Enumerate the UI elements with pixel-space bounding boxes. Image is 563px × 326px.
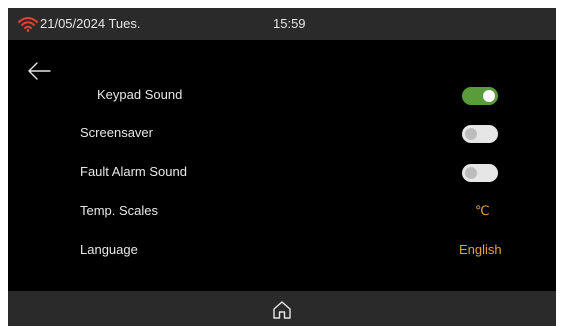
toggle-knob — [483, 90, 495, 102]
setting-row-keypad-sound: Keypad Sound — [8, 78, 556, 112]
status-bar: 21/05/2024 Tues. 15:59 — [8, 8, 556, 40]
setting-row-temp-scales: Temp. Scales ℃ — [8, 194, 556, 228]
status-time: 15:59 — [273, 16, 306, 31]
bottom-bar — [8, 291, 556, 326]
settings-screen: 21/05/2024 Tues. 15:59 Keypad Sound Scre… — [8, 8, 556, 326]
temp-scales-value[interactable]: ℃ — [475, 203, 490, 219]
fault-alarm-sound-toggle[interactable] — [462, 164, 498, 182]
setting-row-fault-alarm-sound: Fault Alarm Sound — [8, 155, 556, 189]
setting-row-language: Language English — [8, 233, 556, 267]
screensaver-toggle[interactable] — [462, 125, 498, 143]
screensaver-label: Screensaver — [80, 125, 153, 140]
wifi-icon — [18, 16, 38, 32]
keypad-sound-toggle[interactable] — [462, 87, 498, 105]
temp-scales-label: Temp. Scales — [80, 203, 159, 218]
setting-row-screensaver: Screensaver — [8, 116, 556, 150]
home-icon — [271, 301, 293, 325]
fault-alarm-sound-label: Fault Alarm Sound — [80, 164, 187, 179]
toggle-knob — [465, 167, 477, 179]
keypad-sound-label: Keypad Sound — [97, 87, 183, 102]
home-button[interactable] — [271, 299, 293, 321]
status-date: 21/05/2024 Tues. — [40, 16, 141, 31]
language-value[interactable]: English — [459, 242, 502, 257]
toggle-knob — [465, 128, 477, 140]
language-label: Language — [80, 242, 138, 257]
